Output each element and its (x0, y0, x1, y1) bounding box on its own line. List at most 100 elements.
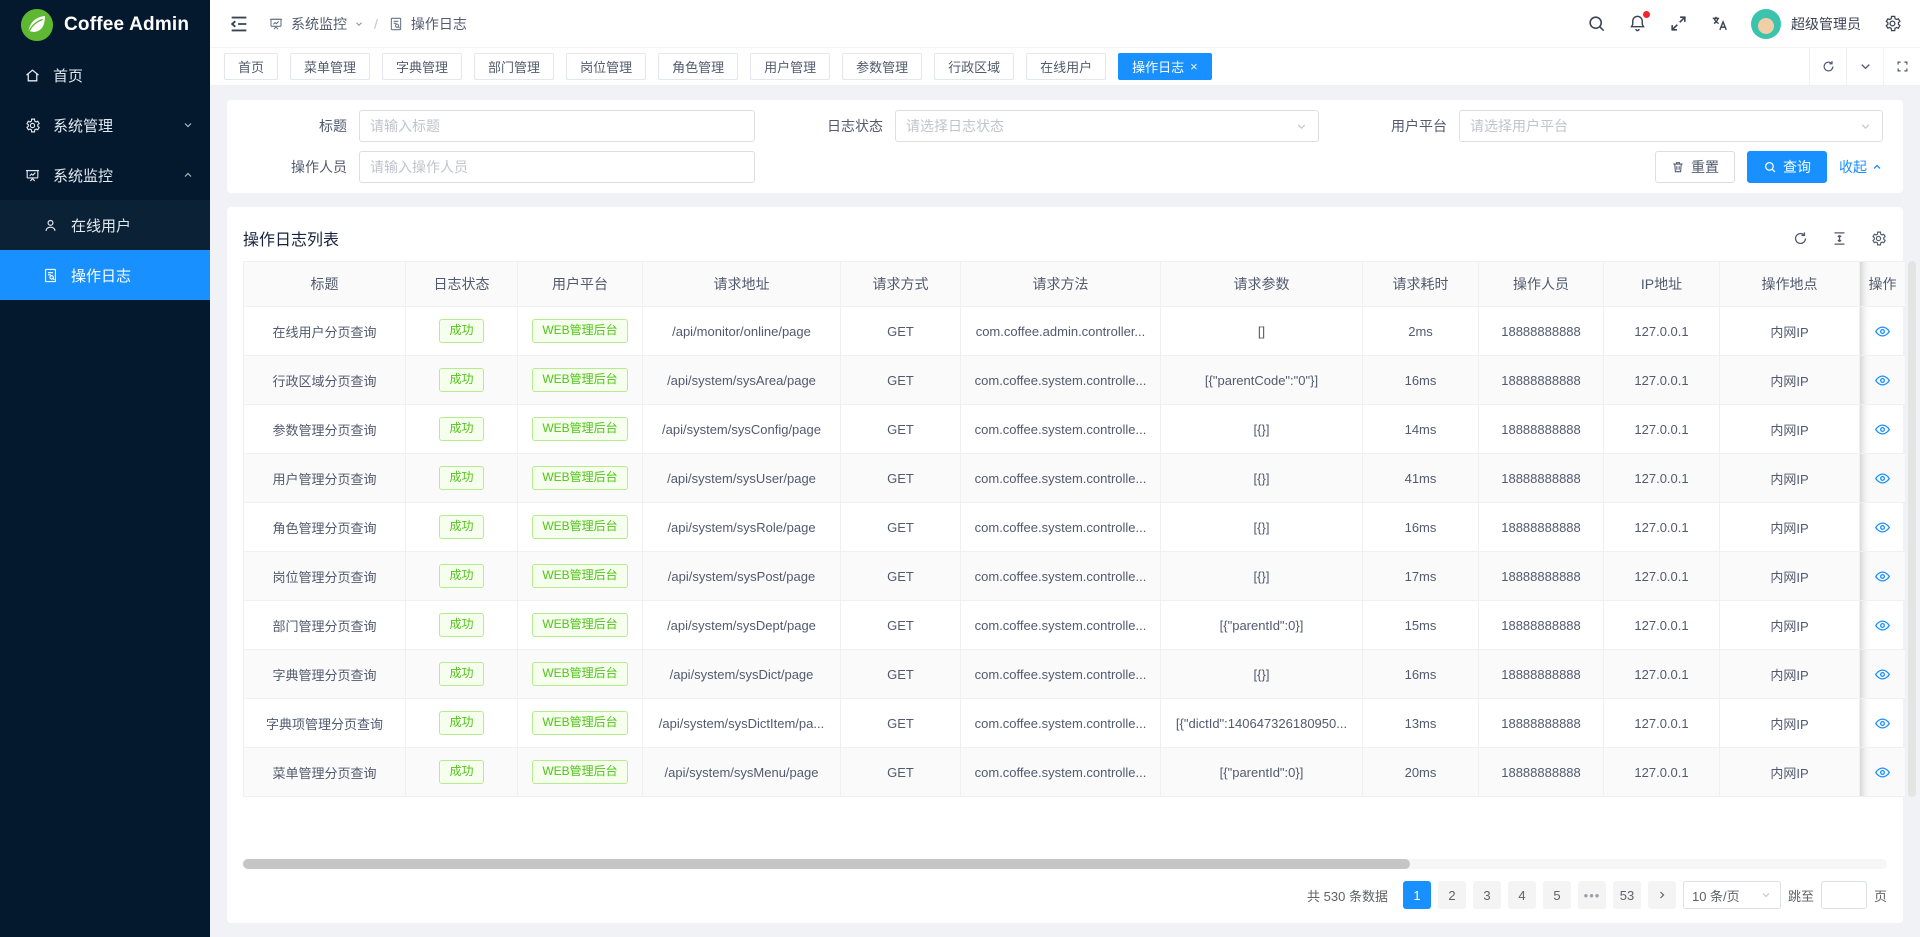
cell-platform: WEB管理后台 (518, 307, 643, 356)
view-detail-eye-icon[interactable] (1874, 519, 1891, 536)
view-detail-eye-icon[interactable] (1874, 323, 1891, 340)
tab-actions-chevron-icon[interactable] (1846, 48, 1883, 86)
tab-item[interactable]: 部门管理 (474, 53, 554, 80)
page-button[interactable]: 1 (1403, 881, 1431, 909)
cell-location: 内网IP (1720, 454, 1860, 503)
sidebar-item-system-monitor[interactable]: 系统监控 (0, 150, 210, 200)
tab-item[interactable]: 操作日志× (1118, 53, 1212, 80)
sidebar-item-system-management[interactable]: 系统管理 (0, 100, 210, 150)
page-size-select[interactable]: 10 条/页 (1683, 881, 1781, 909)
row-density-icon[interactable] (1831, 230, 1848, 247)
sidebar-item-home[interactable]: 首页 (0, 50, 210, 100)
cell-url: /api/system/sysRole/page (643, 503, 841, 552)
view-detail-eye-icon[interactable] (1874, 372, 1891, 389)
cell-method: GET (841, 650, 961, 699)
cell-platform: WEB管理后台 (518, 601, 643, 650)
cell-url: /api/system/sysDictItem/pa... (643, 699, 841, 748)
tab-item[interactable]: 用户管理 (750, 53, 830, 80)
notification-bell[interactable] (1628, 14, 1647, 33)
view-detail-eye-icon[interactable] (1874, 715, 1891, 732)
cell-duration: 17ms (1363, 552, 1479, 601)
page-button[interactable]: 5 (1543, 881, 1571, 909)
maximize-content-icon[interactable] (1883, 48, 1920, 86)
status-badge: 成功 (439, 417, 483, 441)
view-detail-eye-icon[interactable] (1874, 568, 1891, 585)
monitor-icon (24, 167, 41, 184)
user-name[interactable]: 超级管理员 (1791, 14, 1861, 34)
view-detail-eye-icon[interactable] (1874, 764, 1891, 781)
title-input[interactable] (359, 110, 755, 142)
tab-item[interactable]: 字典管理 (382, 53, 462, 80)
cell-duration: 13ms (1363, 699, 1479, 748)
reset-button[interactable]: 重置 (1655, 151, 1735, 183)
cell-handler: com.coffee.system.controlle... (961, 748, 1161, 797)
page-button[interactable]: 53 (1613, 881, 1641, 909)
tab-item[interactable]: 岗位管理 (566, 53, 646, 80)
tab-item[interactable]: 首页 (224, 53, 278, 80)
jump-page-input[interactable] (1821, 881, 1867, 909)
sidebar-item-label: 系统监控 (53, 165, 113, 186)
view-detail-eye-icon[interactable] (1874, 666, 1891, 683)
app-logo: Coffee Admin (0, 0, 210, 50)
tab-item[interactable]: 行政区域 (934, 53, 1014, 80)
tab-item[interactable]: 菜单管理 (290, 53, 370, 80)
page-button[interactable]: 2 (1438, 881, 1466, 909)
collapse-filters-link[interactable]: 收起 (1839, 157, 1883, 177)
view-detail-eye-icon[interactable] (1874, 470, 1891, 487)
cell-platform: WEB管理后台 (518, 454, 643, 503)
refresh-tab-icon[interactable] (1809, 48, 1846, 86)
cell-duration: 14ms (1363, 405, 1479, 454)
column-header: 请求参数 (1161, 262, 1363, 307)
search-icon[interactable] (1587, 14, 1606, 33)
view-detail-eye-icon[interactable] (1874, 617, 1891, 634)
cell-url: /api/system/sysMenu/page (643, 748, 841, 797)
tab-label: 首页 (238, 57, 264, 76)
column-header: 日志状态 (406, 262, 518, 307)
breadcrumb-item[interactable]: 系统监控 (291, 14, 347, 34)
sidebar-item-operation-log[interactable]: 操作日志 (0, 250, 210, 300)
chevron-right-icon (1656, 889, 1668, 901)
user-avatar[interactable] (1751, 9, 1781, 39)
chevron-down-icon (182, 119, 194, 131)
log-icon (388, 16, 404, 32)
refresh-icon[interactable] (1792, 230, 1809, 247)
cell-handler: com.coffee.system.controlle... (961, 405, 1161, 454)
operator-input[interactable] (359, 151, 755, 183)
cell-platform: WEB管理后台 (518, 405, 643, 454)
chevron-down-icon (1859, 120, 1872, 133)
sidebar-item-online-users[interactable]: 在线用户 (0, 200, 210, 250)
search-button[interactable]: 查询 (1747, 151, 1827, 183)
chevron-up-icon (182, 169, 194, 181)
vertical-scrollbar[interactable] (1908, 261, 1916, 797)
next-page-button[interactable] (1648, 881, 1676, 909)
search-filter-card: 标题 日志状态 请选择日志状态 用户平台 请选择用户平台 (227, 100, 1903, 193)
tab-item[interactable]: 角色管理 (658, 53, 738, 80)
cell-location: 内网IP (1720, 601, 1860, 650)
cell-title: 用户管理分页查询 (244, 454, 406, 503)
view-detail-eye-icon[interactable] (1874, 421, 1891, 438)
translate-icon[interactable] (1710, 14, 1729, 33)
fullscreen-icon[interactable] (1669, 14, 1688, 33)
page-button[interactable]: 3 (1473, 881, 1501, 909)
page-button[interactable]: 4 (1508, 881, 1536, 909)
cell-duration: 16ms (1363, 356, 1479, 405)
cell-location: 内网IP (1720, 307, 1860, 356)
filter-platform-group: 用户平台 请选择用户平台 (1375, 110, 1883, 142)
filter-operator-group: 操作人员 (247, 151, 755, 183)
horizontal-scrollbar-thumb[interactable] (243, 859, 1410, 869)
horizontal-scrollbar-track[interactable] (243, 859, 1887, 869)
user-platform-select[interactable]: 请选择用户平台 (1459, 110, 1883, 142)
settings-gear-icon[interactable] (1883, 14, 1902, 33)
home-icon (24, 67, 41, 84)
cell-ip: 127.0.0.1 (1604, 454, 1720, 503)
tab-close-icon[interactable]: × (1190, 60, 1198, 73)
page-ellipsis[interactable]: ••• (1578, 881, 1606, 909)
log-status-select[interactable]: 请选择日志状态 (895, 110, 1319, 142)
cell-method: GET (841, 454, 961, 503)
column-settings-gear-icon[interactable] (1870, 230, 1887, 247)
filter-actions: 重置 查询 收起 (811, 151, 1883, 183)
cell-url: /api/monitor/online/page (643, 307, 841, 356)
tab-item[interactable]: 参数管理 (842, 53, 922, 80)
tab-item[interactable]: 在线用户 (1026, 53, 1106, 80)
menu-fold-icon[interactable] (228, 13, 250, 35)
